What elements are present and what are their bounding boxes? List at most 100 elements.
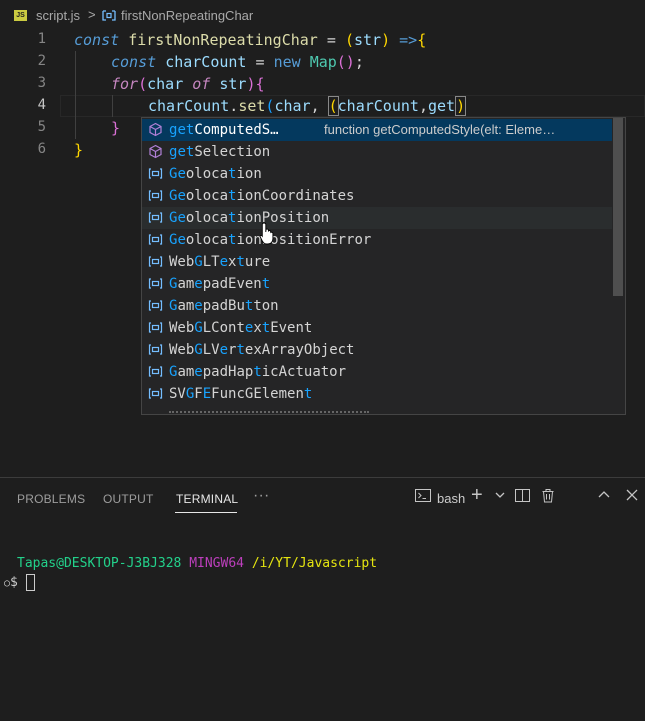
suggestion-item[interactable]: WebGLTexture <box>142 251 612 273</box>
symbol-method-icon <box>102 10 116 21</box>
chevron-down-icon[interactable] <box>494 488 506 507</box>
tab-problems[interactable]: PROBLEMS <box>17 492 85 506</box>
more-actions-icon[interactable]: ··· <box>253 487 270 505</box>
variable: str <box>219 75 247 93</box>
js-file-icon: JS <box>14 10 27 21</box>
variable-icon <box>148 364 163 379</box>
terminal-user-host: Tapas@DESKTOP-J3BJ328 <box>17 556 182 571</box>
suggestion-label: WebGLTexture <box>169 254 271 270</box>
code-line-6[interactable]: } <box>74 139 83 161</box>
paren: () <box>336 53 355 71</box>
code-line-2[interactable]: const charCount = new Map(); <box>111 51 364 73</box>
suggestion-label: WebGLContextEvent <box>169 320 313 336</box>
suggestion-item[interactable]: GeolocationPositionError <box>142 229 612 251</box>
variable-icon <box>148 276 163 291</box>
terminal-path: /i/YT/Javascript <box>251 556 378 571</box>
class-name: Map <box>309 53 337 71</box>
tab-terminal[interactable]: TERMINAL <box>176 492 238 506</box>
suggestion-label: WebGLVertexArrayObject <box>169 342 355 358</box>
suggestion-item[interactable]: GeolocationPosition <box>142 207 612 229</box>
suggestion-item[interactable]: GamepadHapticActuator <box>142 361 612 383</box>
dot: . <box>229 97 239 115</box>
brace: { <box>417 31 427 49</box>
breadcrumb-separator: > <box>88 7 96 22</box>
suggestion-widget[interactable]: getComputedS… function getComputedStyle(… <box>141 117 626 415</box>
line-number-active: 4 <box>37 97 46 113</box>
suggestion-label: GeolocationCoordinates <box>169 188 355 204</box>
suggestion-item[interactable]: GamepadEvent <box>142 273 612 295</box>
suggestion-item[interactable]: getComputedS… function getComputedStyle(… <box>142 119 612 141</box>
variable: charCount <box>337 97 419 115</box>
suggestion-label: GamepadEvent <box>169 276 271 292</box>
terminal-cursor <box>25 574 35 591</box>
suggestion-label: getSelection <box>169 144 271 160</box>
maximize-panel-icon[interactable] <box>597 488 611 507</box>
suggestion-item[interactable]: WebGLContextEvent <box>142 317 612 339</box>
variable: char <box>147 75 184 93</box>
paren: ) <box>455 96 467 116</box>
paren: ( <box>327 96 339 116</box>
suggestion-item[interactable]: SVGFEFuncGElement <box>142 383 612 405</box>
variable: char <box>274 97 311 115</box>
suggestion-label: GamepadButton <box>169 298 279 314</box>
paren: ) <box>381 31 391 49</box>
breadcrumb-file[interactable]: script.js <box>36 8 80 23</box>
paren: ( <box>344 31 354 49</box>
suggestion-item[interactable]: WebGLVertexArrayObject <box>142 339 612 361</box>
param: str <box>353 31 382 49</box>
variable-icon <box>148 298 163 313</box>
keyword: of <box>183 75 220 93</box>
variable-icon <box>148 232 163 247</box>
terminal-input-line[interactable]: ○$ <box>4 574 35 591</box>
suggestion-label: GamepadHapticActuator <box>169 364 347 380</box>
variable-icon <box>148 188 163 203</box>
code-line-3[interactable]: for(char of str){ <box>111 73 265 95</box>
suggestion-item[interactable]: GeolocationCoordinates <box>142 185 612 207</box>
operator: = <box>317 31 345 49</box>
split-terminal-icon[interactable] <box>515 488 530 508</box>
suggestion-detail: function getComputedStyle(elt: Eleme… <box>324 122 556 137</box>
keyword: new <box>273 53 301 71</box>
active-tab-indicator <box>175 512 237 513</box>
code-line-5[interactable]: } <box>111 117 120 139</box>
semicolon: ; <box>354 53 364 71</box>
method: set <box>238 97 266 115</box>
paren: ( <box>138 75 148 93</box>
terminal-icon <box>415 488 431 508</box>
variable: charCount <box>148 97 230 115</box>
suggestion-label: SVGFEFuncGElement <box>169 386 313 402</box>
suggestion-item[interactable]: GamepadButton <box>142 295 612 317</box>
variable: get <box>427 97 457 115</box>
suggestion-scrollbar[interactable] <box>613 118 623 296</box>
breadcrumb: JS script.js > firstNonRepeatingChar <box>0 0 645 30</box>
method-icon <box>148 122 163 137</box>
suggestion-label: GeolocationPosition <box>169 210 330 226</box>
close-panel-icon[interactable] <box>626 488 638 506</box>
suggestion-item[interactable]: getSelection <box>142 141 612 163</box>
code-line-1[interactable]: const firstNonRepeatingChar = (str) =>{ <box>74 29 426 51</box>
line-number: 5 <box>37 119 46 135</box>
breadcrumb-symbol[interactable]: firstNonRepeatingChar <box>121 8 253 23</box>
variable-icon <box>148 386 163 401</box>
indent-guide <box>75 51 76 139</box>
function-name: firstNonRepeatingChar <box>128 31 318 49</box>
line-number: 2 <box>37 53 46 69</box>
suggestion-item[interactable]: Geolocation <box>142 163 612 185</box>
arrow: => <box>390 31 418 49</box>
comma: , <box>418 97 428 115</box>
terminal-prompt: $ <box>10 575 18 590</box>
variable-icon <box>148 342 163 357</box>
shell-name[interactable]: bash <box>437 491 465 506</box>
indent-guide <box>112 95 113 117</box>
keyword: for <box>111 75 139 93</box>
comma: , <box>310 97 329 115</box>
new-terminal-icon[interactable]: + <box>471 484 483 507</box>
line-number: 1 <box>37 31 46 47</box>
tab-output[interactable]: OUTPUT <box>103 492 154 506</box>
keyword: const <box>74 31 120 49</box>
keyword: const <box>111 53 157 71</box>
variable-icon <box>148 166 163 181</box>
brace: { <box>255 75 265 93</box>
code-line-4[interactable]: charCount.set(char, (charCount,get) <box>148 95 467 117</box>
trash-icon[interactable] <box>541 488 555 508</box>
